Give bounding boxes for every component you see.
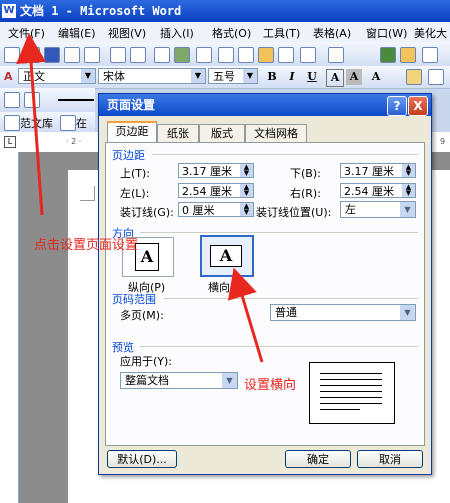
- arrow-to-landscape: [227, 267, 264, 363]
- page-setup-annotation: 点击设置页面设置: [34, 238, 139, 253]
- arrow-to-file-menu: [16, 33, 47, 216]
- landscape-annotation: 设置横向: [244, 378, 297, 393]
